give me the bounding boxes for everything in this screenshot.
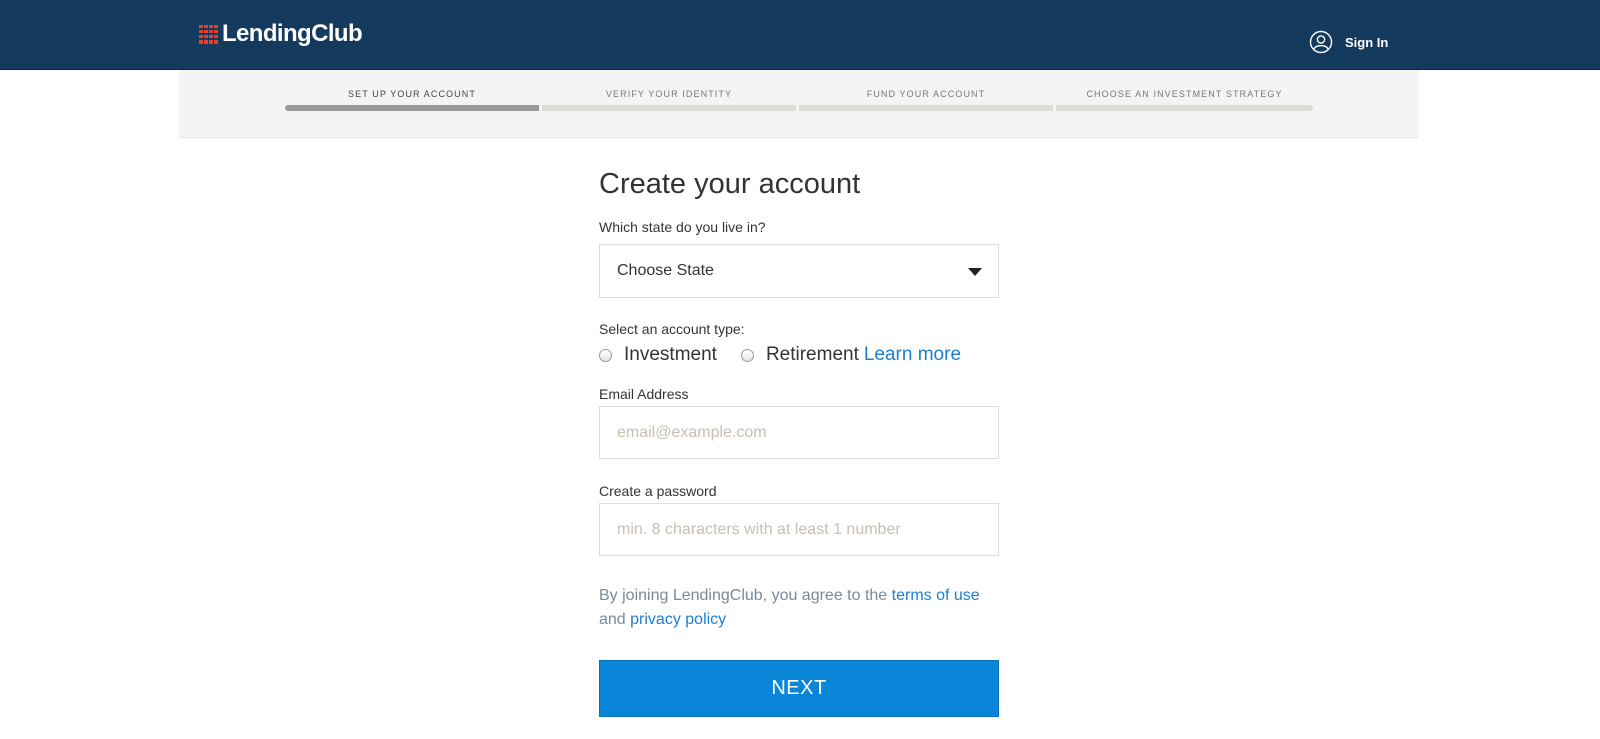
step-verify-identity: VERIFY YOUR IDENTITY [542,70,796,138]
learn-more-link[interactable]: Learn more [864,344,961,366]
step-fund-account: FUND YOUR ACCOUNT [799,70,1053,138]
step-bar [285,105,539,111]
step-set-up-account: SET UP YOUR ACCOUNT [285,70,539,138]
terms-prefix: By joining LendingClub, you agree to the [599,587,892,604]
account-type-options: Investment Retirement Learn more [599,344,961,366]
top-header: LendingClub Sign In [0,0,1600,70]
investment-radio-label[interactable]: Investment [624,344,717,366]
logo-grid-icon [199,24,218,44]
state-label: Which state do you live in? [599,219,766,235]
lendingclub-logo[interactable]: LendingClub [199,20,363,48]
step-bar [1056,105,1313,111]
step-bar [799,105,1053,111]
user-icon [1309,30,1333,54]
privacy-policy-link[interactable]: privacy policy [630,611,726,628]
account-type-label: Select an account type: [599,321,745,337]
retirement-radio-label[interactable]: Retirement [766,344,859,366]
terms-text: By joining LendingClub, you agree to the… [599,584,999,632]
step-label: FUND YOUR ACCOUNT [866,89,986,99]
sign-in-link[interactable]: Sign In [1309,30,1388,54]
terms-of-use-link[interactable]: terms of use [892,587,980,604]
state-select[interactable]: Choose State [599,244,999,298]
retirement-radio[interactable] [740,348,754,362]
email-input[interactable] [599,406,999,459]
page-title: Create your account [599,168,861,200]
step-label: SET UP YOUR ACCOUNT [348,89,476,99]
step-label: CHOOSE AN INVESTMENT STRATEGY [1086,89,1283,99]
step-investment-strategy: CHOOSE AN INVESTMENT STRATEGY [1056,70,1313,138]
caret-down-icon [968,268,982,276]
logo-text: LendingClub [222,20,363,47]
password-input[interactable] [599,503,999,556]
terms-and: and [599,611,631,628]
step-bar [542,105,796,111]
password-label: Create a password [599,483,717,499]
step-label: VERIFY YOUR IDENTITY [605,89,733,99]
next-button[interactable]: NEXT [599,660,999,717]
email-label: Email Address [599,386,689,402]
investment-radio[interactable] [599,348,612,362]
state-select-value: Choose State [617,262,714,279]
progress-steps: SET UP YOUR ACCOUNT VERIFY YOUR IDENTITY… [179,70,1419,138]
sign-in-label: Sign In [1345,34,1389,50]
